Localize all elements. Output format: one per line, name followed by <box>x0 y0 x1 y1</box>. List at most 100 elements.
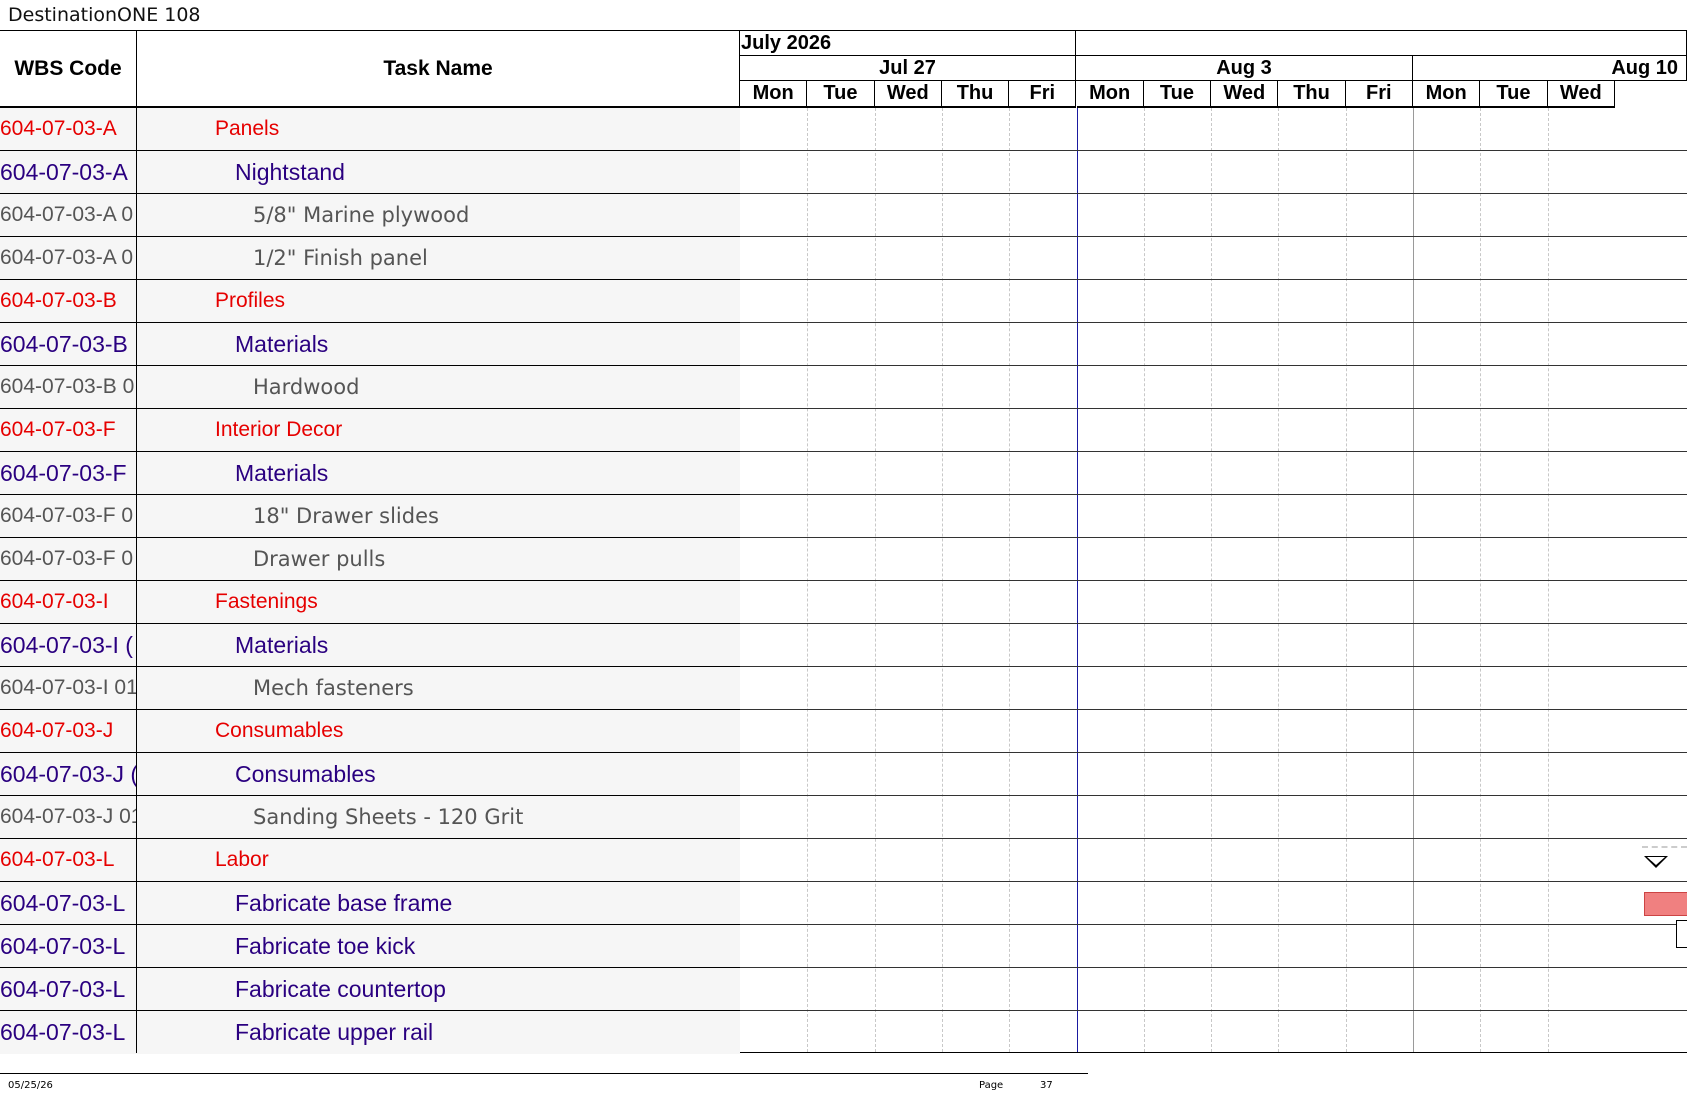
row-line <box>740 279 1687 280</box>
row-line <box>740 752 1687 753</box>
wbs-code-cell[interactable]: 604-07-03-A <box>0 151 137 193</box>
row-line <box>740 236 1687 237</box>
task-name-cell[interactable]: Fabricate upper rail <box>137 1011 837 1053</box>
row-line <box>740 537 1687 538</box>
table-row[interactable]: 604-07-03-L Fabricate toe kick <box>0 925 740 968</box>
wbs-code-cell[interactable]: 604-07-03-J 01 <box>0 796 137 838</box>
table-row[interactable]: 604-07-03-J Consumables <box>0 710 740 753</box>
task-name-cell[interactable]: Nightstand <box>137 151 837 193</box>
footer-page-number: 37 <box>1040 1080 1053 1091</box>
task-name-cell[interactable]: Fabricate toe kick <box>137 925 837 967</box>
month-header-next <box>1076 31 1687 56</box>
row-line <box>740 408 1687 409</box>
wbs-code-cell[interactable]: 604-07-03-L <box>0 968 137 1010</box>
table-row[interactable]: 604-07-03-F 0 18" Drawer slides <box>0 495 740 538</box>
task-name-cell[interactable]: Materials <box>137 452 837 494</box>
table-row[interactable]: 604-07-03-L Fabricate upper rail <box>0 1011 740 1054</box>
wbs-code-cell[interactable]: 604-07-03-A 0 <box>0 237 137 279</box>
task-bar-fabricate-toe-kick[interactable] <box>1676 920 1687 948</box>
task-name-cell[interactable]: Fastenings <box>137 581 817 623</box>
row-line <box>740 451 1687 452</box>
row-line <box>740 795 1687 796</box>
table-row[interactable]: 604-07-03-I (Materials <box>0 624 740 667</box>
gantt-chart: July 2026 Jul 27 Aug 3 Aug 10 Mon Tue Wed T… <box>740 31 1687 1052</box>
wbs-code-cell[interactable]: 604-07-03-B 0 <box>0 366 137 408</box>
wbs-code-cell[interactable]: 604-07-03-F <box>0 409 137 451</box>
wbs-code-cell[interactable]: 604-07-03-I ( <box>0 624 137 666</box>
wbs-code-cell[interactable]: 604-07-03-F 0 <box>0 495 137 537</box>
row-line <box>740 838 1687 839</box>
wbs-code-cell[interactable]: 604-07-03-J ( <box>0 753 137 795</box>
table-row[interactable]: 604-07-03-A Nightstand <box>0 151 740 194</box>
wbs-code-cell[interactable]: 604-07-03-L <box>0 925 137 967</box>
document-title: DestinationONE 108 <box>8 4 201 26</box>
wbs-code-cell[interactable]: 604-07-03-A <box>0 108 137 150</box>
day-header: Wed <box>1547 81 1615 108</box>
table-row[interactable]: 604-07-03-B Materials <box>0 323 740 366</box>
wbs-code-cell[interactable]: 604-07-03-F <box>0 452 137 494</box>
task-name-cell[interactable]: Fabricate countertop <box>137 968 837 1010</box>
wbs-code-cell[interactable]: 604-07-03-A 0 <box>0 194 137 236</box>
day-header: Fri <box>1345 81 1413 108</box>
task-name-column-header[interactable]: Task Name <box>137 31 739 106</box>
table-row[interactable]: 604-07-03-I Fastenings <box>0 581 740 624</box>
summary-baseline <box>1642 846 1687 848</box>
week-header: Aug 10 <box>1413 56 1687 81</box>
table-row[interactable]: 604-07-03-A Panels <box>0 108 740 151</box>
summary-triangle-icon[interactable] <box>1644 856 1668 868</box>
task-name-cell[interactable]: Materials <box>137 624 837 666</box>
table-row[interactable]: 604-07-03-B Profiles <box>0 280 740 323</box>
day-header: Wed <box>874 81 942 108</box>
table-row[interactable]: 604-07-03-A 0 5/8" Marine plywood <box>0 194 740 237</box>
wbs-code-cell[interactable]: 604-07-03-B <box>0 280 137 322</box>
wbs-code-cell[interactable]: 604-07-03-J <box>0 710 137 752</box>
table-row[interactable]: 604-07-03-L Fabricate base frame <box>0 882 740 925</box>
table-row[interactable]: 604-07-03-F 0 Drawer pulls <box>0 538 740 581</box>
wbs-code-cell[interactable]: 604-07-03-L <box>0 1011 137 1053</box>
wbs-code-cell[interactable]: 604-07-03-B <box>0 323 137 365</box>
row-line <box>740 666 1687 667</box>
task-rows: 604-07-03-A Panels 604-07-03-A Nightstand 60… <box>0 108 740 1054</box>
table-row[interactable]: 604-07-03-L Fabricate countertop <box>0 968 740 1011</box>
task-name-cell[interactable]: Consumables <box>137 710 817 752</box>
row-line <box>740 580 1687 581</box>
task-bar-fabricate-base-frame[interactable] <box>1644 892 1687 916</box>
task-name-cell[interactable]: Labor <box>137 839 817 881</box>
task-name-cell[interactable]: Fabricate base frame <box>137 882 837 924</box>
day-header: Mon <box>1076 81 1144 108</box>
table-row[interactable]: 604-07-03-B 0 Hardwood <box>0 366 740 409</box>
wbs-code-cell[interactable]: 604-07-03-L <box>0 839 137 881</box>
day-header: Tue <box>1480 81 1548 108</box>
row-line <box>740 924 1687 925</box>
day-header: Mon <box>740 81 808 108</box>
wbs-code-cell[interactable]: 604-07-03-L <box>0 882 137 924</box>
footer-date: 05/25/26 <box>8 1080 53 1091</box>
wbs-code-cell[interactable]: 604-07-03-I <box>0 581 137 623</box>
table-header: WBS Code Task Name <box>0 31 740 108</box>
table-row[interactable]: 604-07-03-F Interior Decor <box>0 409 740 452</box>
table-row[interactable]: 604-07-03-J (Consumables <box>0 753 740 796</box>
row-line <box>740 967 1687 968</box>
wbs-code-cell[interactable]: 604-07-03-F 0 <box>0 538 137 580</box>
table-row[interactable]: 604-07-03-A 0 1/2" Finish panel <box>0 237 740 280</box>
task-name-cell[interactable]: Panels <box>137 108 817 150</box>
wbs-column-header[interactable]: WBS Code <box>0 31 137 106</box>
table-row[interactable]: 604-07-03-L Labor <box>0 839 740 882</box>
task-name-cell[interactable]: Materials <box>137 323 837 365</box>
row-line <box>740 494 1687 495</box>
row-line <box>740 365 1687 366</box>
day-header: Tue <box>807 81 875 108</box>
table-row[interactable]: 604-07-03-J 01 Sanding Sheets - 120 Grit <box>0 796 740 839</box>
day-header: Tue <box>1143 81 1212 108</box>
row-line <box>740 322 1687 323</box>
day-header: Fri <box>1009 81 1077 108</box>
row-line <box>740 193 1687 194</box>
table-row[interactable]: 604-07-03-F Materials <box>0 452 740 495</box>
row-line <box>740 623 1687 624</box>
task-name-cell[interactable]: Profiles <box>137 280 817 322</box>
task-name-cell[interactable]: Interior Decor <box>137 409 817 451</box>
week-header: Jul 27 <box>740 56 1076 81</box>
table-row[interactable]: 604-07-03-I 01 Mech fasteners <box>0 667 740 710</box>
wbs-code-cell[interactable]: 604-07-03-I 01 <box>0 667 137 709</box>
task-name-cell[interactable]: Consumables <box>137 753 837 795</box>
